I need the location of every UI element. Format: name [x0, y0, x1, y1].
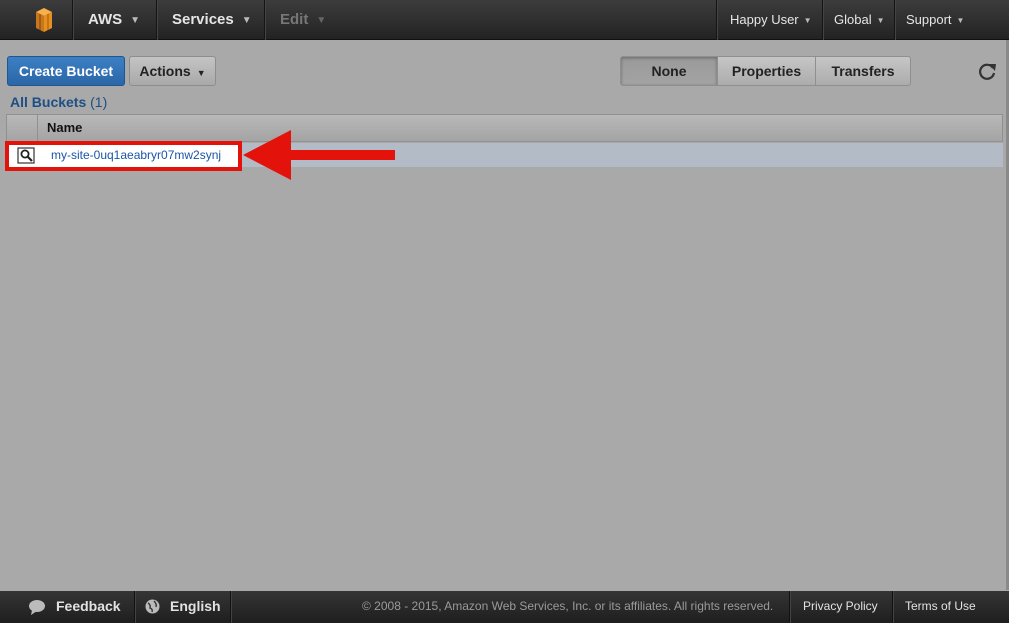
footer-divider — [892, 591, 893, 623]
region-menu[interactable]: Global ▼ — [834, 0, 885, 40]
actions-button[interactable]: Actions ▼ — [129, 56, 216, 86]
refresh-icon[interactable] — [976, 60, 998, 82]
support-menu-label: Support — [906, 12, 952, 27]
privacy-policy-link[interactable]: Privacy Policy — [803, 591, 878, 622]
globe-icon — [145, 599, 160, 614]
user-menu-label: Happy User — [730, 12, 799, 27]
footer-divider — [230, 591, 231, 623]
chevron-down-icon: ▼ — [316, 15, 327, 26]
edit-menu[interactable]: Edit ▼ — [280, 0, 326, 40]
column-header-name[interactable]: Name — [47, 115, 82, 141]
annotation-arrow-icon — [243, 130, 395, 180]
aws-menu[interactable]: AWS ▼ — [88, 0, 140, 40]
services-menu[interactable]: Services ▼ — [172, 0, 252, 40]
bucket-count: (1) — [90, 94, 108, 110]
language-selector[interactable]: English — [145, 591, 221, 623]
copyright-text: © 2008 - 2015, Amazon Web Services, Inc.… — [362, 599, 774, 613]
footer-divider — [134, 591, 135, 623]
footer-divider — [789, 591, 790, 623]
services-menu-label: Services — [172, 11, 234, 28]
feedback-link[interactable]: Feedback — [28, 591, 121, 623]
chevron-down-icon: ▼ — [876, 16, 885, 25]
tab-transfers[interactable]: Transfers — [815, 57, 910, 85]
terms-of-use-link[interactable]: Terms of Use — [905, 591, 976, 622]
aws-menu-label: AWS — [88, 11, 123, 28]
user-menu[interactable]: Happy User ▼ — [730, 0, 812, 40]
speech-bubble-icon — [29, 600, 45, 615]
footer: Feedback English © 2008 - 2015, Amazon W… — [0, 591, 1009, 623]
nav-divider — [264, 0, 265, 40]
chevron-down-icon: ▼ — [130, 15, 141, 26]
select-column-header — [7, 115, 38, 141]
nav-divider — [72, 0, 73, 40]
table-header: Name — [6, 114, 1003, 142]
edit-menu-label: Edit — [280, 11, 309, 28]
nav-divider — [716, 0, 717, 40]
bucket-name-link[interactable]: my-site-0uq1aeabryr07mw2synj — [51, 148, 221, 162]
nav-divider — [822, 0, 823, 40]
top-navigation-bar: AWS ▼ Services ▼ Edit ▼ Happy User ▼ Global ▼… — [0, 0, 1009, 40]
breadcrumb: All Buckets (1) — [10, 94, 107, 110]
aws-cube-icon[interactable] — [24, 6, 64, 34]
chevron-down-icon: ▼ — [803, 16, 812, 25]
nav-divider — [894, 0, 895, 40]
region-menu-label: Global — [834, 12, 872, 27]
feedback-label: Feedback — [56, 598, 121, 614]
chevron-down-icon: ▼ — [196, 68, 206, 78]
view-tab-group: None Properties Transfers — [620, 56, 911, 86]
all-buckets-link[interactable]: All Buckets — [10, 94, 86, 110]
bucket-magnifier-icon[interactable] — [17, 147, 35, 164]
language-label: English — [170, 598, 221, 614]
nav-divider — [156, 0, 157, 40]
create-bucket-button[interactable]: Create Bucket — [7, 56, 125, 86]
chevron-down-icon: ▼ — [956, 16, 965, 25]
chevron-down-icon: ▼ — [241, 15, 252, 26]
tab-properties[interactable]: Properties — [717, 57, 815, 85]
support-menu[interactable]: Support ▼ — [906, 0, 964, 40]
tab-none[interactable]: None — [621, 57, 717, 85]
actions-button-label: Actions — [139, 63, 191, 79]
